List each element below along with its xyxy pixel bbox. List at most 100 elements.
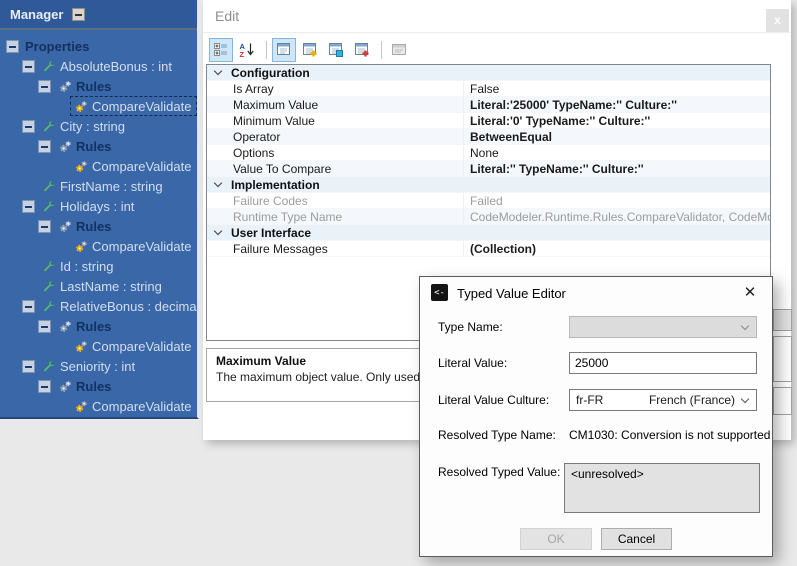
cancel-button[interactable]: Cancel <box>601 528 672 550</box>
tree-node-city-string[interactable]: City : string <box>0 116 197 136</box>
tree-node-label: Rules <box>76 138 112 154</box>
dialog-title: Typed Value Editor <box>457 286 566 301</box>
tree-node-comparevalidate[interactable]: CompareValidate <box>0 336 197 356</box>
category-row-configuration[interactable]: Configuration <box>207 65 770 81</box>
model-tree-panel: Manager Properties AbsoluteBonus : int Rul… <box>0 0 199 419</box>
gears-gray-icon <box>57 78 73 94</box>
property-name: Runtime Type Name <box>233 209 343 224</box>
chevron-down-icon[interactable] <box>214 180 223 189</box>
add-property-button[interactable] <box>298 38 322 62</box>
property-pages-button <box>387 38 411 62</box>
tree-node-lastname-string[interactable]: LastName : string <box>0 276 197 296</box>
tree-node-comparevalidate[interactable]: CompareValidate <box>0 236 197 256</box>
alphabetical-sort-button[interactable]: AZ <box>235 38 259 62</box>
tree-node-rules[interactable]: Rules <box>0 216 197 236</box>
close-icon[interactable]: ✕ <box>740 283 760 303</box>
tree-body: Properties AbsoluteBonus : int Rules Compar… <box>0 30 199 416</box>
tree-node-rules[interactable]: Rules <box>0 136 197 156</box>
wrench-icon <box>41 198 57 214</box>
collapse-toggle-icon[interactable] <box>38 319 51 333</box>
property-name: Options <box>233 145 275 160</box>
chevron-down-icon[interactable] <box>214 228 223 237</box>
tree-node-rules[interactable]: Rules <box>0 76 197 96</box>
property-row-value-to-compare[interactable]: Value To Compare Literal:'' TypeName:'' C… <box>207 161 770 177</box>
new-property-button[interactable] <box>350 38 374 62</box>
category-label: Implementation <box>231 177 320 192</box>
app-root: { "colors": { "tree_background": "#3a67a… <box>0 0 797 566</box>
collapse-toggle-icon[interactable] <box>6 39 19 53</box>
edit-panel-title: Edit <box>215 8 240 24</box>
property-row-minimum-value[interactable]: Minimum Value Literal:'0' TypeName:'' Cul… <box>207 113 770 129</box>
collapse-window-icon[interactable] <box>72 7 86 21</box>
obscured-control-edge <box>773 336 792 382</box>
tree-node-label: AbsoluteBonus : int <box>60 58 173 74</box>
tree-node-comparevalidate[interactable]: CompareValidate <box>0 396 197 416</box>
collapse-toggle-icon[interactable] <box>38 139 51 153</box>
property-row-failure-messages[interactable]: Failure Messages (Collection) <box>207 241 770 257</box>
culture-display-name: French (France) <box>648 393 735 407</box>
tree-node-id-string[interactable]: Id : string <box>0 256 197 276</box>
property-row-failure-codes[interactable]: Failure Codes Failed <box>207 193 770 209</box>
tree-node-label: Rules <box>76 218 112 234</box>
tree-node-holidays-int[interactable]: Holidays : int <box>0 196 197 216</box>
tree-node-relativebonus-decimal[interactable]: RelativeBonus : decimal <box>0 296 199 316</box>
tree-node-rules[interactable]: Rules <box>0 316 197 336</box>
property-value[interactable]: BetweenEqual <box>463 129 770 144</box>
property-list-button[interactable] <box>272 37 296 62</box>
property-row-is-array[interactable]: Is Array False <box>207 81 770 97</box>
collapse-toggle-icon[interactable] <box>38 219 51 233</box>
tree-node-label: Seniority : int <box>60 358 136 374</box>
collapse-toggle-icon[interactable] <box>38 79 51 93</box>
property-value[interactable]: CodeModeler.Runtime.Rules.CompareValidat… <box>463 209 770 224</box>
tree-node-firstname-string[interactable]: FirstName : string <box>0 176 197 196</box>
collapse-toggle-icon[interactable] <box>22 299 35 313</box>
category-row-user-interface[interactable]: User Interface <box>207 225 770 241</box>
collapse-toggle-icon[interactable] <box>22 59 35 73</box>
property-row-maximum-value[interactable]: Maximum Value Literal:'25000' TypeName:''… <box>207 97 770 113</box>
property-value[interactable]: None <box>463 145 770 160</box>
tree-node-label: CompareValidate <box>92 338 192 354</box>
tree-node-properties[interactable]: Properties <box>0 36 197 56</box>
tree-node-label: LastName : string <box>60 278 162 294</box>
property-value[interactable]: Failed <box>463 193 770 208</box>
wrench-icon <box>41 298 57 314</box>
toolbar-separator <box>266 40 267 59</box>
wrench-icon <box>41 178 57 194</box>
collapse-toggle-icon[interactable] <box>38 379 51 393</box>
gears-gold-icon <box>73 338 89 354</box>
tree-node-rules[interactable]: Rules <box>0 376 197 396</box>
wrench-icon <box>41 118 57 134</box>
gears-gray-icon <box>57 318 73 334</box>
property-row-options[interactable]: Options None <box>207 145 770 161</box>
property-value[interactable]: (Collection) <box>463 241 770 256</box>
property-row-runtime-type-name[interactable]: Runtime Type Name CodeModeler.Runtime.Rul… <box>207 209 770 225</box>
property-value[interactable]: Literal:'0' TypeName:'' Culture:'' <box>463 113 770 128</box>
tree-node-label: Rules <box>76 318 112 334</box>
gears-gold-icon <box>73 98 89 114</box>
tree-node-label: CompareValidate <box>92 398 192 414</box>
property-value[interactable]: Literal:'25000' TypeName:'' Culture:'' <box>463 97 770 112</box>
literal-value-culture-select[interactable]: fr-FR French (France) <box>569 389 757 411</box>
literal-value-input[interactable] <box>569 352 757 374</box>
tree-node-comparevalidate[interactable]: CompareValidate <box>0 96 198 116</box>
collapse-toggle-icon[interactable] <box>22 119 35 133</box>
obscured-control-edge <box>773 387 792 415</box>
category-label: User Interface <box>231 225 312 240</box>
property-value[interactable]: Literal:'' TypeName:'' Culture:'' <box>463 161 770 176</box>
property-value[interactable]: False <box>463 81 770 96</box>
property-row-operator[interactable]: Operator BetweenEqual <box>207 129 770 145</box>
copy-property-button[interactable] <box>324 38 348 62</box>
tree-node-label: Rules <box>76 78 112 94</box>
collapse-toggle-icon[interactable] <box>22 359 35 373</box>
edit-panel-close-button[interactable]: x <box>766 9 789 32</box>
tree-node-label: City : string <box>60 118 126 134</box>
collapse-toggle-icon[interactable] <box>22 199 35 213</box>
categorized-view-button[interactable] <box>209 37 233 62</box>
chevron-down-icon[interactable] <box>214 68 223 77</box>
chevron-down-icon <box>741 396 750 405</box>
tree-node-seniority-int[interactable]: Seniority : int <box>0 356 197 376</box>
tree-node-absolutebonus-int[interactable]: AbsoluteBonus : int <box>0 56 197 76</box>
tree-node-comparevalidate[interactable]: CompareValidate <box>0 156 197 176</box>
toolbar-separator <box>381 40 382 59</box>
category-row-implementation[interactable]: Implementation <box>207 177 770 193</box>
